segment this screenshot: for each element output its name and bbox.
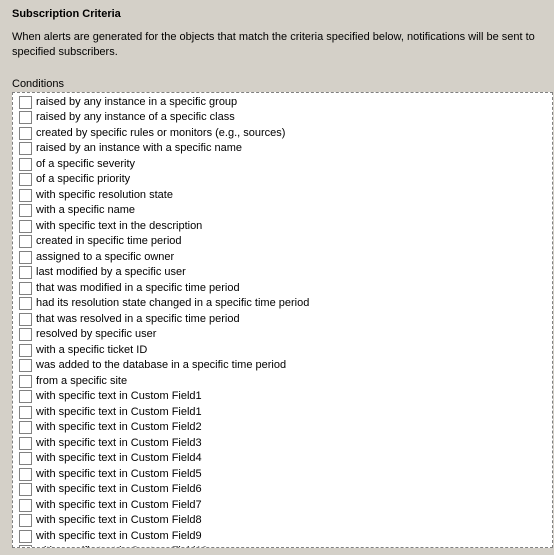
condition-label: with specific text in Custom Field9 [36, 529, 202, 545]
conditions-list[interactable]: raised by any instance in a specific gro… [12, 92, 553, 548]
condition-label: with a specific name [36, 203, 135, 219]
condition-checkbox[interactable] [19, 297, 32, 310]
condition-row[interactable]: was added to the database in a specific … [19, 358, 548, 374]
condition-row[interactable]: with specific text in Custom Field10 [19, 544, 548, 548]
condition-checkbox[interactable] [19, 421, 32, 434]
condition-row[interactable]: of a specific severity [19, 157, 548, 173]
condition-label: created in specific time period [36, 234, 182, 250]
condition-label: with specific text in Custom Field7 [36, 498, 202, 514]
condition-checkbox[interactable] [19, 344, 32, 357]
condition-checkbox[interactable] [19, 204, 32, 217]
condition-checkbox[interactable] [19, 483, 32, 496]
condition-row[interactable]: that was modified in a specific time per… [19, 281, 548, 297]
condition-checkbox[interactable] [19, 530, 32, 543]
condition-checkbox[interactable] [19, 390, 32, 403]
condition-row[interactable]: assigned to a specific owner [19, 250, 548, 266]
condition-row[interactable]: with specific text in Custom Field5 [19, 467, 548, 483]
condition-checkbox[interactable] [19, 328, 32, 341]
condition-row[interactable]: that was resolved in a specific time per… [19, 312, 548, 328]
condition-checkbox[interactable] [19, 359, 32, 372]
condition-row[interactable]: from a specific site [19, 374, 548, 390]
condition-row[interactable]: with specific text in Custom Field1 [19, 405, 548, 421]
condition-label: with specific text in Custom Field1 [36, 405, 202, 421]
condition-label: raised by any instance in a specific gro… [36, 95, 237, 111]
condition-row[interactable]: with specific text in Custom Field8 [19, 513, 548, 529]
page-title: Subscription Criteria [12, 8, 542, 20]
condition-checkbox[interactable] [19, 266, 32, 279]
condition-label: that was modified in a specific time per… [36, 281, 240, 297]
condition-label: with a specific ticket ID [36, 343, 147, 359]
condition-label: last modified by a specific user [36, 265, 186, 281]
condition-row[interactable]: with a specific ticket ID [19, 343, 548, 359]
condition-checkbox[interactable] [19, 127, 32, 140]
condition-row[interactable]: with specific resolution state [19, 188, 548, 204]
condition-checkbox[interactable] [19, 189, 32, 202]
conditions-label: Conditions [12, 78, 554, 90]
condition-checkbox[interactable] [19, 282, 32, 295]
condition-row[interactable]: raised by any instance in a specific gro… [19, 95, 548, 111]
condition-label: with specific text in Custom Field1 [36, 389, 202, 405]
condition-checkbox[interactable] [19, 406, 32, 419]
condition-checkbox[interactable] [19, 220, 32, 233]
condition-checkbox[interactable] [19, 375, 32, 388]
condition-row[interactable]: with specific text in Custom Field1 [19, 389, 548, 405]
condition-row[interactable]: with specific text in Custom Field7 [19, 498, 548, 514]
condition-label: of a specific priority [36, 172, 130, 188]
condition-row[interactable]: created in specific time period [19, 234, 548, 250]
condition-label: had its resolution state changed in a sp… [36, 296, 309, 312]
condition-checkbox[interactable] [19, 514, 32, 527]
condition-label: created by specific rules or monitors (e… [36, 126, 285, 142]
condition-row[interactable]: of a specific priority [19, 172, 548, 188]
page-description: When alerts are generated for the object… [12, 30, 542, 60]
condition-label: with specific text in Custom Field8 [36, 513, 202, 529]
condition-label: with specific text in Custom Field5 [36, 467, 202, 483]
condition-row[interactable]: with specific text in Custom Field9 [19, 529, 548, 545]
condition-row[interactable]: last modified by a specific user [19, 265, 548, 281]
condition-label: of a specific severity [36, 157, 135, 173]
condition-checkbox[interactable] [19, 142, 32, 155]
condition-row[interactable]: raised by an instance with a specific na… [19, 141, 548, 157]
condition-checkbox[interactable] [19, 158, 32, 171]
condition-label: with specific resolution state [36, 188, 173, 204]
condition-row[interactable]: created by specific rules or monitors (e… [19, 126, 548, 142]
condition-row[interactable]: with specific text in Custom Field2 [19, 420, 548, 436]
condition-label: assigned to a specific owner [36, 250, 174, 266]
condition-label: with specific text in Custom Field10 [36, 544, 208, 548]
condition-checkbox[interactable] [19, 437, 32, 450]
condition-label: with specific text in the description [36, 219, 202, 235]
condition-label: with specific text in Custom Field4 [36, 451, 202, 467]
condition-label: with specific text in Custom Field6 [36, 482, 202, 498]
condition-row[interactable]: with specific text in Custom Field4 [19, 451, 548, 467]
condition-checkbox[interactable] [19, 96, 32, 109]
condition-label: resolved by specific user [36, 327, 156, 343]
condition-label: from a specific site [36, 374, 127, 390]
condition-label: was added to the database in a specific … [36, 358, 286, 374]
condition-row[interactable]: with specific text in Custom Field6 [19, 482, 548, 498]
condition-row[interactable]: with a specific name [19, 203, 548, 219]
condition-checkbox[interactable] [19, 235, 32, 248]
condition-row[interactable]: resolved by specific user [19, 327, 548, 343]
condition-checkbox[interactable] [19, 545, 32, 547]
condition-label: raised by any instance of a specific cla… [36, 110, 235, 126]
condition-row[interactable]: raised by any instance of a specific cla… [19, 110, 548, 126]
condition-checkbox[interactable] [19, 468, 32, 481]
condition-checkbox[interactable] [19, 251, 32, 264]
condition-row[interactable]: with specific text in the description [19, 219, 548, 235]
condition-label: that was resolved in a specific time per… [36, 312, 240, 328]
condition-checkbox[interactable] [19, 452, 32, 465]
condition-row[interactable]: with specific text in Custom Field3 [19, 436, 548, 452]
condition-label: with specific text in Custom Field3 [36, 436, 202, 452]
condition-row[interactable]: had its resolution state changed in a sp… [19, 296, 548, 312]
condition-checkbox[interactable] [19, 499, 32, 512]
condition-label: with specific text in Custom Field2 [36, 420, 202, 436]
condition-label: raised by an instance with a specific na… [36, 141, 242, 157]
condition-checkbox[interactable] [19, 173, 32, 186]
condition-checkbox[interactable] [19, 313, 32, 326]
subscription-criteria-panel: Subscription Criteria When alerts are ge… [0, 0, 554, 78]
condition-checkbox[interactable] [19, 111, 32, 124]
